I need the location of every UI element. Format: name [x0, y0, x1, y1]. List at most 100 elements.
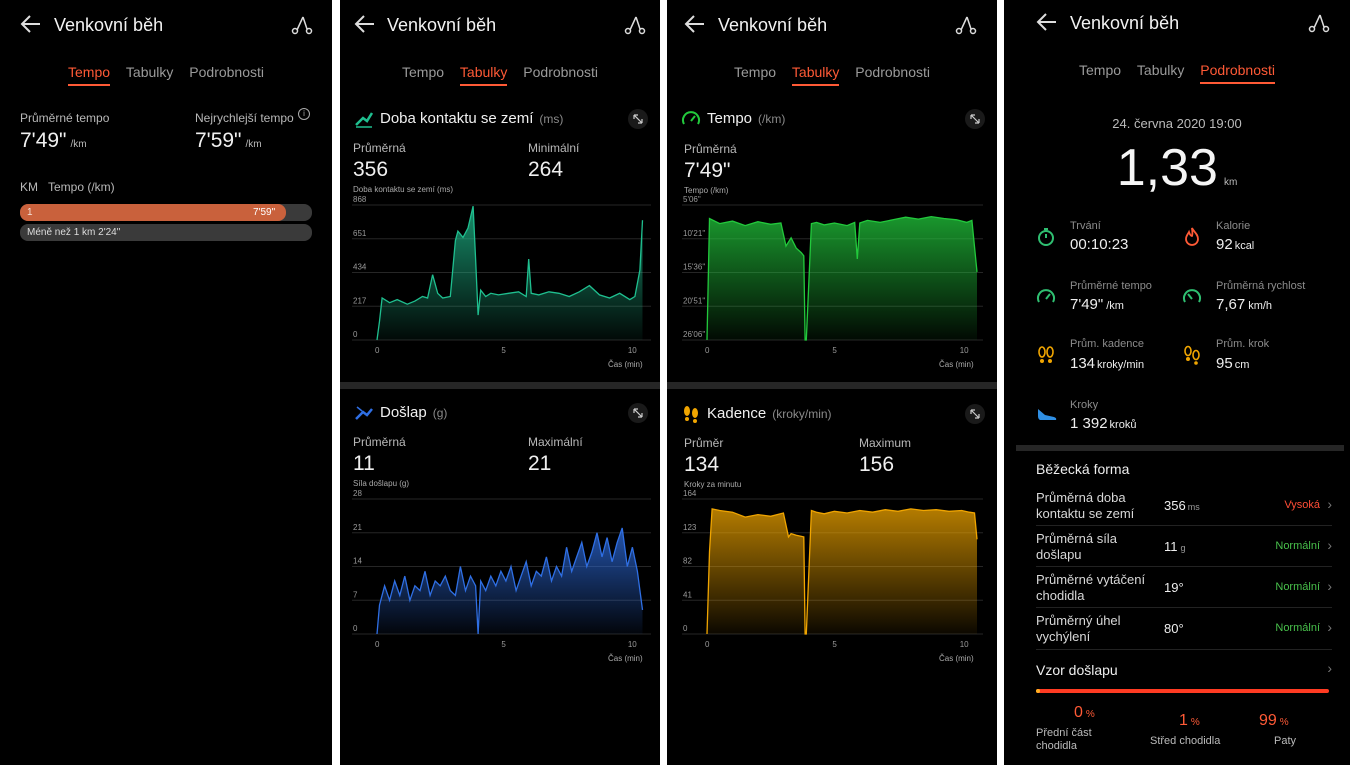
- x-tick-label: 5: [832, 640, 837, 649]
- header: Venkovní běh: [1004, 0, 1350, 50]
- flame-icon: [1185, 227, 1199, 246]
- info-icon[interactable]: i: [298, 108, 310, 120]
- shoe-icon: [1038, 409, 1057, 420]
- stat-number: 134: [1070, 355, 1096, 372]
- footprints-icon: [1038, 346, 1054, 363]
- stat-value: 134 kroky/min: [1070, 355, 1144, 372]
- distance-value: 1,33: [1116, 139, 1218, 197]
- stat-label: Trvání: [1070, 220, 1101, 232]
- foot-strike-bar: [1036, 689, 1329, 693]
- tab-podrobnosti[interactable]: Podrobnosti: [1200, 62, 1275, 84]
- forefoot-segment: [1036, 689, 1040, 693]
- stat-value: 92 kcal: [1216, 236, 1254, 253]
- avg-pace-label: Průměrné tempo: [20, 111, 110, 125]
- tab-tempo[interactable]: Tempo: [1079, 62, 1121, 82]
- x-tick-label: 5: [501, 640, 506, 649]
- running-form-title: Běžecká forma: [1036, 461, 1130, 477]
- divider: [1036, 607, 1332, 608]
- form-row-number: 11: [1164, 539, 1178, 554]
- stat-number: 1 392: [1070, 415, 1108, 432]
- km-column-label: KM: [20, 180, 38, 194]
- stat-unit: cm: [1234, 359, 1250, 371]
- pattern-value: 0%: [1074, 704, 1095, 722]
- tab-tabulky[interactable]: Tabulky: [126, 64, 173, 84]
- stat-value: 7,67 km/h: [1216, 296, 1272, 313]
- series-area: [377, 527, 643, 634]
- form-row-label: Průměrná síla došlapu: [1036, 531, 1117, 562]
- fastest-pace-value: 7'59"/km: [195, 129, 262, 153]
- stat-value: 7'49"/km: [1070, 296, 1124, 313]
- form-row-status: Normální: [1275, 581, 1320, 593]
- tab-bar: Tempo Tabulky Podrobnosti: [1004, 62, 1350, 84]
- stat-label: Průměrná rychlost: [1216, 280, 1306, 292]
- x-tick-label: 10: [960, 640, 969, 649]
- tab-podrobnosti[interactable]: Podrobnosti: [189, 64, 264, 84]
- y-tick-label: 164: [683, 489, 697, 498]
- form-row-label: Průměrná doba kontaktu se zemí: [1036, 490, 1135, 521]
- split-bar-track: 1 7'59": [20, 204, 312, 221]
- route-icon[interactable]: [1308, 11, 1330, 33]
- avg-pace-unit: /km: [70, 139, 87, 150]
- form-row-value: 80°: [1164, 621, 1184, 636]
- pattern-number: 99: [1259, 712, 1277, 729]
- fastest-pace-unit: /km: [245, 139, 262, 150]
- x-tick-label: 10: [628, 640, 637, 649]
- avg-pace-value: 7'49"/km: [20, 129, 87, 153]
- speedometer-icon: [1037, 289, 1055, 303]
- y-tick-label: 0: [683, 624, 688, 633]
- x-tick-label: 0: [375, 640, 380, 649]
- back-arrow-icon[interactable]: [20, 13, 42, 35]
- fastest-pace-label: Nejrychlejší tempo: [195, 111, 294, 125]
- workout-date: 24. června 2020 19:00: [1112, 116, 1242, 131]
- pattern-value: 99%: [1259, 712, 1289, 730]
- screen-tempo: Venkovní běh Tempo Tabulky Podrobnosti P…: [0, 0, 332, 765]
- distance-unit: km: [1223, 177, 1238, 188]
- back-arrow-icon[interactable]: [1036, 11, 1058, 33]
- partial-km-note: Méně než 1 km 2'24": [27, 227, 121, 238]
- stat-label: Prům. krok: [1216, 338, 1270, 350]
- screen-details: Venkovní běh Tempo Tabulky Podrobnosti 2…: [1004, 0, 1350, 765]
- route-icon[interactable]: [291, 13, 313, 35]
- form-row-status: Normální: [1275, 540, 1320, 552]
- stat-unit: kroků: [1109, 419, 1137, 431]
- page-title: Venkovní běh: [1070, 13, 1180, 33]
- form-row-unit: g: [1180, 543, 1186, 553]
- tab-tabulky[interactable]: Tabulky: [1137, 62, 1184, 82]
- split-km: 1: [27, 207, 33, 218]
- pattern-value: 1%: [1179, 712, 1200, 730]
- avg-pace-number: 7'49": [20, 129, 67, 152]
- pattern-number: 1: [1179, 712, 1188, 729]
- stat-unit: kcal: [1234, 240, 1255, 252]
- stat-value: 00:10:23: [1070, 236, 1129, 253]
- split-bar-fill: [20, 204, 286, 221]
- cadence-chart: 164 123 82 41 0 0 5 10: [682, 489, 983, 649]
- speedometer-icon: [1183, 289, 1201, 303]
- tempo-column-label: Tempo (/km): [48, 180, 115, 194]
- section-separator: [1016, 445, 1344, 451]
- tab-bar: Tempo Tabulky Podrobnosti: [0, 64, 332, 86]
- pattern-label: Střed chodidla: [1150, 735, 1221, 747]
- form-row-label: Průměrné vytáčení chodidla: [1036, 572, 1146, 603]
- stat-number: 95: [1216, 355, 1233, 372]
- screen-charts-1: Venkovní běh Tempo Tabulky Podrobnosti D…: [340, 0, 660, 765]
- x-tick-label: 0: [705, 640, 710, 649]
- stat-value: 1 392 kroků: [1070, 415, 1136, 432]
- fastest-pace-number: 7'59": [195, 129, 242, 152]
- tab-tempo[interactable]: Tempo: [68, 64, 111, 86]
- y-tick-label: 123: [683, 523, 697, 532]
- y-tick-label: 82: [683, 557, 692, 566]
- series-area: [707, 508, 977, 634]
- stat-number: 7,67: [1216, 296, 1246, 313]
- stat-label: Kalorie: [1216, 220, 1251, 232]
- footprints-icon: [1184, 345, 1200, 365]
- foot-strike-label: Vzor došlapu: [1036, 662, 1118, 678]
- form-row-value: 356 ms: [1164, 498, 1200, 513]
- chevron-right-icon: ›: [1327, 537, 1332, 553]
- chevron-right-icon: ›: [1327, 496, 1332, 512]
- distance-display: 1,33 km: [1004, 138, 1350, 198]
- stat-number: 7'49": [1070, 296, 1104, 313]
- stat-unit: kroky/min: [1097, 359, 1145, 371]
- form-row-status: Vysoká: [1284, 499, 1320, 511]
- form-row-value: 11 g: [1164, 539, 1186, 554]
- pattern-label: Přední část chodidla: [1036, 727, 1092, 752]
